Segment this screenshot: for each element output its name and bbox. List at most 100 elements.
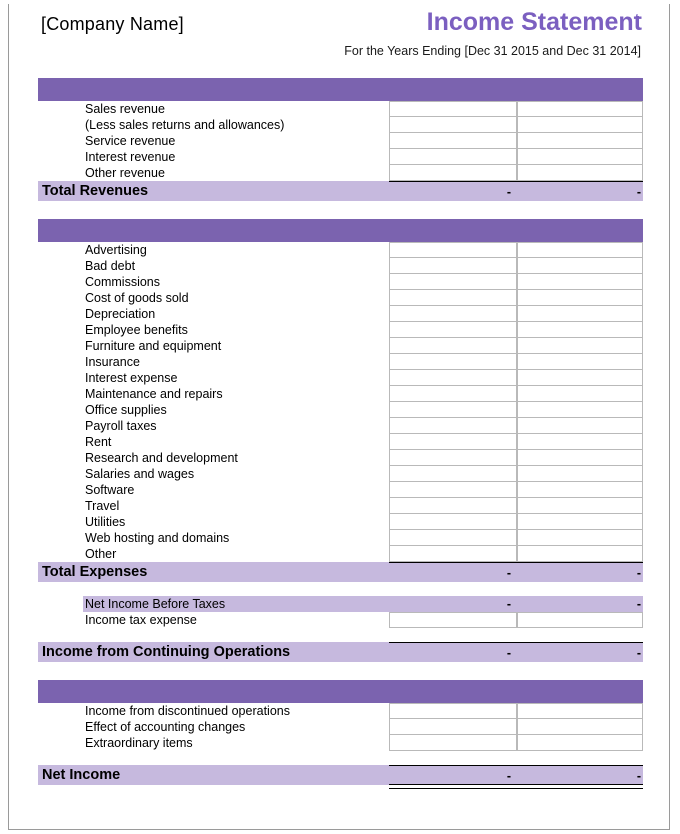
amount-input-year-1[interactable]: [389, 735, 517, 751]
row-label: Interest revenue: [85, 150, 176, 164]
amount-input-year-1[interactable]: [389, 354, 517, 370]
total-value-year-2: -: [636, 769, 641, 783]
table-row: Utilities: [38, 514, 643, 530]
section-header-revenue: Revenue 2015 2014: [38, 1, 643, 101]
amount-input-year-2[interactable]: [517, 402, 643, 418]
amount-input-year-2[interactable]: [517, 149, 643, 165]
amount-input-year-1[interactable]: [389, 612, 517, 628]
total-rule: [389, 642, 643, 643]
subtotal-row-net-income-before-taxes: Net Income Before Taxes - -: [38, 596, 643, 612]
row-label: Sales revenue: [85, 102, 165, 116]
amount-input-year-1[interactable]: [389, 386, 517, 402]
amount-input-year-2[interactable]: [517, 386, 643, 402]
row-label: Utilities: [85, 515, 126, 529]
table-row: Travel: [38, 498, 643, 514]
row-label: Other revenue: [85, 166, 165, 180]
row-label: Cost of goods sold: [85, 291, 189, 305]
table-row: Cost of goods sold: [38, 290, 643, 306]
amount-input-year-2[interactable]: [517, 274, 643, 290]
total-row-expenses: Total Expenses - -: [38, 562, 643, 582]
row-label: Extraordinary items: [85, 736, 193, 750]
amount-input-year-2[interactable]: [517, 482, 643, 498]
subtotal-value-year-1: -: [506, 597, 511, 611]
amount-input-year-2[interactable]: [517, 165, 643, 181]
amount-input-year-1[interactable]: [389, 498, 517, 514]
grand-total-double-rule: [389, 784, 643, 789]
amount-input-year-1[interactable]: [389, 514, 517, 530]
amount-input-year-2[interactable]: [517, 101, 643, 117]
amount-input-year-1[interactable]: [389, 402, 517, 418]
amount-input-year-2[interactable]: [517, 612, 643, 628]
table-row: Rent: [38, 434, 643, 450]
amount-input-year-1[interactable]: [389, 322, 517, 338]
table-row: Other: [38, 546, 643, 562]
amount-input-year-1[interactable]: [389, 338, 517, 354]
amount-input-year-1[interactable]: [389, 482, 517, 498]
row-label: Employee benefits: [85, 323, 188, 337]
income-statement-page: [Company Name] Income Statement For the …: [0, 0, 680, 834]
amount-input-year-2[interactable]: [517, 719, 643, 735]
amount-input-year-2[interactable]: [517, 434, 643, 450]
amount-input-year-2[interactable]: [517, 514, 643, 530]
amount-input-year-1[interactable]: [389, 703, 517, 719]
row-label: Service revenue: [85, 134, 176, 148]
statement-sheet: [Company Name] Income Statement For the …: [38, 0, 643, 789]
amount-input-year-1[interactable]: [389, 290, 517, 306]
amount-input-year-1[interactable]: [389, 242, 517, 258]
amount-input-year-1[interactable]: [389, 418, 517, 434]
amount-input-year-1[interactable]: [389, 370, 517, 386]
amount-input-year-1[interactable]: [389, 274, 517, 290]
amount-input-year-2[interactable]: [517, 450, 643, 466]
amount-input-year-2[interactable]: [517, 242, 643, 258]
amount-input-year-1[interactable]: [389, 149, 517, 165]
amount-input-year-2[interactable]: [517, 354, 643, 370]
total-value-year-1: -: [506, 185, 511, 199]
row-label: Web hosting and domains: [85, 531, 230, 545]
total-value-year-2: -: [636, 185, 641, 199]
table-row: Sales revenue: [38, 101, 643, 117]
table-row: Web hosting and domains: [38, 530, 643, 546]
amount-input-year-2[interactable]: [517, 322, 643, 338]
amount-input-year-1[interactable]: [389, 165, 517, 181]
amount-input-year-2[interactable]: [517, 466, 643, 482]
amount-input-year-1[interactable]: [389, 101, 517, 117]
amount-input-year-2[interactable]: [517, 290, 643, 306]
amount-input-year-1[interactable]: [389, 466, 517, 482]
row-label: Payroll taxes: [85, 419, 157, 433]
amount-input-year-2[interactable]: [517, 370, 643, 386]
total-value-year-2: -: [636, 646, 641, 660]
amount-input-year-1[interactable]: [389, 133, 517, 149]
amount-input-year-2[interactable]: [517, 498, 643, 514]
table-row: Insurance: [38, 354, 643, 370]
amount-input-year-2[interactable]: [517, 703, 643, 719]
subtotal-value-year-2: -: [636, 597, 641, 611]
amount-input-year-2[interactable]: [517, 546, 643, 562]
amount-input-year-1[interactable]: [389, 434, 517, 450]
amount-input-year-2[interactable]: [517, 117, 643, 133]
amount-input-year-1[interactable]: [389, 306, 517, 322]
column-header-year-2: 2014: [607, 3, 641, 20]
total-label: Total Revenues: [42, 183, 149, 199]
table-row: Depreciation: [38, 306, 643, 322]
row-label: Commissions: [85, 275, 161, 289]
row-label: Software: [85, 483, 135, 497]
amount-input-year-1[interactable]: [389, 546, 517, 562]
amount-input-year-1[interactable]: [389, 117, 517, 133]
amount-input-year-1[interactable]: [389, 258, 517, 274]
amount-input-year-1[interactable]: [389, 530, 517, 546]
table-row: Bad debt: [38, 258, 643, 274]
table-row: Maintenance and repairs: [38, 386, 643, 402]
amount-input-year-2[interactable]: [517, 306, 643, 322]
amount-input-year-2[interactable]: [517, 418, 643, 434]
amount-input-year-1[interactable]: [389, 719, 517, 735]
document-subtitle[interactable]: For the Years Ending [Dec 31 2015 and De…: [344, 44, 641, 58]
amount-input-year-2[interactable]: [517, 530, 643, 546]
amount-input-year-2[interactable]: [517, 258, 643, 274]
amount-input-year-2[interactable]: [517, 338, 643, 354]
amount-input-year-2[interactable]: [517, 133, 643, 149]
table-row: Other revenue: [38, 165, 643, 181]
amount-input-year-2[interactable]: [517, 735, 643, 751]
amount-input-year-1[interactable]: [389, 450, 517, 466]
